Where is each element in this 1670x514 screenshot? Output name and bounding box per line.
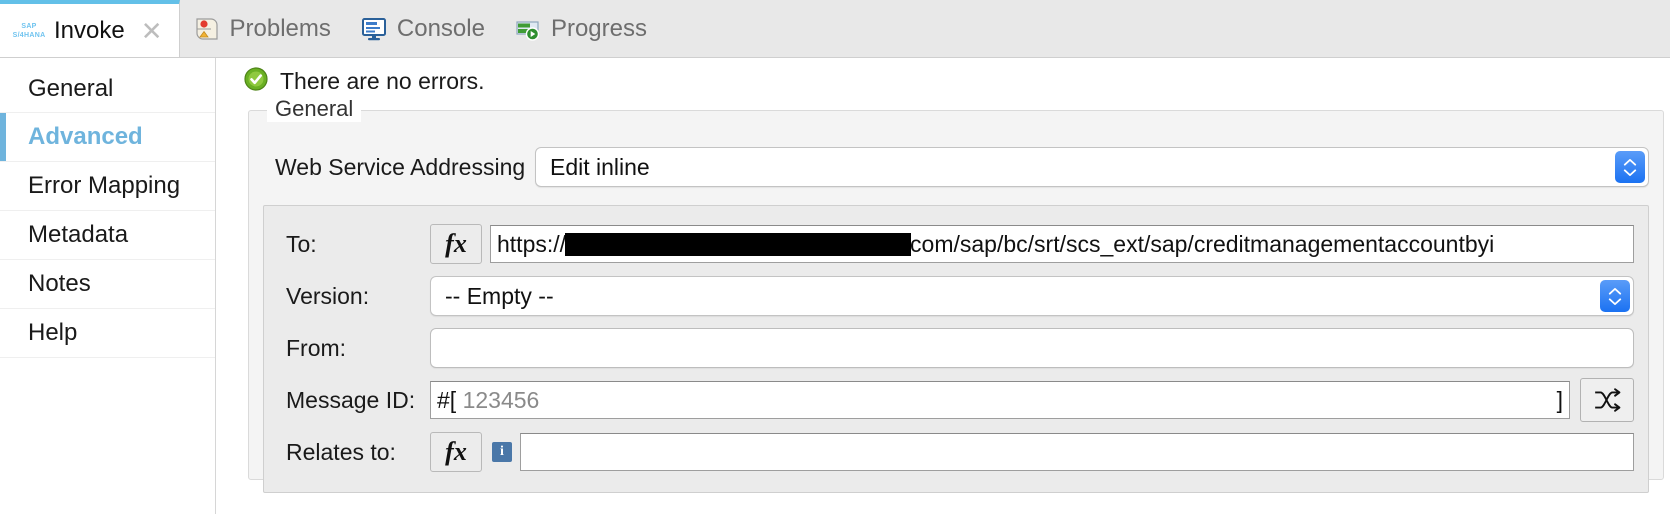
field-row-from: From: — [278, 322, 1634, 374]
web-service-addressing-value: Edit inline — [550, 153, 650, 180]
message-id-close-token: ] — [1556, 386, 1563, 413]
sidebar-item-label: Metadata — [28, 221, 129, 248]
field-row-message-id: Message ID: #[ 123456 ] — [278, 374, 1634, 426]
sidebar-item-error-mapping[interactable]: Error Mapping — [0, 162, 215, 211]
to-formula-button[interactable]: fx — [430, 224, 482, 264]
sidebar-item-metadata[interactable]: Metadata — [0, 211, 215, 260]
sidebar-item-general[interactable]: General — [0, 64, 215, 113]
tab-problems[interactable]: Problems — [180, 0, 347, 57]
settings-sidebar: General Advanced Error Mapping Metadata … — [0, 58, 216, 514]
progress-icon — [515, 16, 541, 42]
message-id-label: Message ID: — [286, 386, 416, 413]
version-value: -- Empty -- — [445, 282, 554, 309]
main-area: General Advanced Error Mapping Metadata … — [0, 58, 1670, 514]
from-input[interactable] — [430, 328, 1634, 368]
web-service-addressing-row: Web Service Addressing Edit inline — [263, 147, 1649, 187]
tab-progress[interactable]: Progress — [501, 0, 663, 57]
to-label: To: — [286, 230, 317, 257]
status-text: There are no errors. — [280, 67, 485, 94]
info-icon[interactable]: i — [492, 442, 512, 462]
message-id-open-token: #[ — [437, 386, 457, 413]
sap-s4hana-logo-icon: SAP S/4HANA — [12, 18, 46, 44]
problems-icon — [194, 16, 220, 42]
redaction-bar — [565, 232, 912, 256]
message-id-input[interactable]: #[ 123456 ] — [430, 381, 1570, 419]
sidebar-item-notes[interactable]: Notes — [0, 260, 215, 309]
from-label: From: — [286, 334, 347, 361]
tab-problems-label: Problems — [229, 14, 331, 42]
shuffle-icon[interactable] — [1580, 378, 1634, 422]
tab-console[interactable]: Console — [347, 0, 501, 57]
sidebar-item-label: Advanced — [28, 123, 143, 150]
to-value-suffix: com/sap/bc/srt/scs_ext/sap/creditmanagem… — [910, 230, 1495, 257]
sap-logo-line2: S/4HANA — [12, 31, 46, 39]
chevron-up-down-icon[interactable] — [1615, 151, 1645, 183]
field-row-to: To: fx https:// com/sap/bc/srt/scs_ext/sa… — [278, 218, 1634, 270]
message-id-value: 123456 — [462, 386, 540, 413]
validation-status: There are no errors. — [234, 58, 1670, 104]
field-row-relates-to: Relates to: fx i — [278, 426, 1634, 478]
version-select[interactable]: -- Empty -- — [430, 276, 1634, 316]
tab-progress-label: Progress — [550, 14, 647, 42]
console-icon — [361, 16, 387, 42]
editor-tab-bar: SAP S/4HANA Invoke ✕ Problems Console Pr… — [0, 0, 1670, 58]
addressing-fields-panel: To: fx https:// com/sap/bc/srt/scs_ext/sa… — [263, 205, 1649, 493]
relates-to-input[interactable] — [520, 433, 1634, 471]
field-row-version: Version: -- Empty -- — [278, 270, 1634, 322]
sidebar-item-label: Help — [28, 319, 78, 346]
chevron-up-down-icon[interactable] — [1600, 280, 1630, 312]
version-label: Version: — [286, 282, 370, 309]
tab-invoke-label: Invoke — [54, 16, 125, 44]
web-service-addressing-label: Web Service Addressing — [275, 153, 526, 180]
close-icon[interactable]: ✕ — [141, 18, 163, 44]
sidebar-item-label: General — [28, 74, 114, 102]
relates-to-formula-button[interactable]: fx — [430, 432, 482, 472]
to-input[interactable]: https:// com/sap/bc/srt/scs_ext/sap/credi… — [490, 225, 1634, 263]
general-group-box: General Web Service Addressing Edit inli… — [248, 96, 1664, 493]
web-service-addressing-select[interactable]: Edit inline — [535, 147, 1649, 187]
sap-logo-line1: SAP — [21, 22, 37, 30]
settings-content: There are no errors. General Web Service… — [216, 58, 1670, 514]
group-title: General — [267, 96, 362, 122]
sidebar-item-help[interactable]: Help — [0, 309, 215, 358]
success-check-icon — [244, 66, 268, 96]
sidebar-item-label: Notes — [28, 270, 91, 297]
sidebar-item-label: Error Mapping — [28, 172, 181, 199]
relates-to-label: Relates to: — [286, 438, 396, 465]
tab-invoke[interactable]: SAP S/4HANA Invoke ✕ — [0, 0, 180, 57]
sidebar-item-advanced[interactable]: Advanced — [0, 113, 215, 162]
to-value-prefix: https:// — [497, 230, 567, 257]
tab-console-label: Console — [396, 14, 485, 42]
